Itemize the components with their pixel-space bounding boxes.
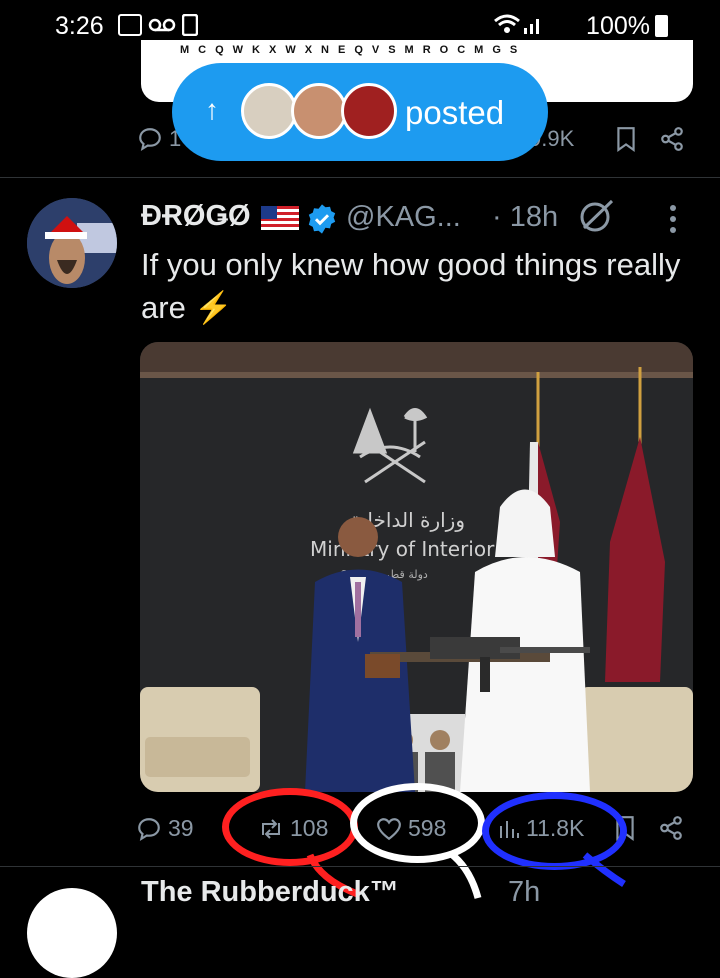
reply-icon <box>139 128 161 151</box>
tweet-image[interactable]: وزارة الداخلية Ministry of Interior Qata… <box>140 342 693 792</box>
voicemail-icon <box>148 18 176 32</box>
bookmark-icon <box>617 127 635 152</box>
signal-icon <box>524 19 539 34</box>
photo-illustration: وزارة الداخلية Ministry of Interior Qata… <box>140 342 693 792</box>
display-name[interactable]: ĐɌØǤØ <box>141 200 251 233</box>
verified-badge-icon <box>308 204 336 234</box>
wifi-icon <box>494 14 520 33</box>
previous-card-text: MCQWKXWXNEQVSMROCMGS <box>180 44 527 56</box>
share-button[interactable] <box>659 126 685 152</box>
more-options-icon[interactable] <box>665 204 681 234</box>
grok-icon[interactable] <box>578 198 616 234</box>
tweet-text: If you only knew how good things really … <box>141 247 681 325</box>
notification-icons <box>118 14 198 36</box>
divider <box>0 866 720 867</box>
tweet-time[interactable]: · 18h <box>492 201 558 234</box>
reply-count: 39 <box>168 815 194 841</box>
avatar <box>341 83 397 139</box>
phone-icon <box>182 14 198 36</box>
share-icon <box>660 816 682 840</box>
annotation-tail-blue <box>582 852 626 887</box>
battery-icon <box>655 15 668 37</box>
avatar <box>291 83 347 139</box>
author-avatar[interactable] <box>27 198 117 288</box>
divider <box>0 177 720 178</box>
share-button[interactable] <box>658 815 684 841</box>
share-icon <box>661 127 683 151</box>
reply-icon <box>138 817 160 841</box>
posted-label: posted <box>405 94 505 131</box>
battery-level: 100% <box>586 12 650 40</box>
next-tweet-time[interactable]: 7h <box>508 876 540 909</box>
next-display-name[interactable]: The Rubberduck™ <box>141 876 399 909</box>
bookmark-button[interactable] <box>615 126 637 152</box>
image-icon <box>118 14 142 36</box>
image-caption-english: Ministry of Interior <box>310 537 495 561</box>
us-flag-icon <box>261 206 299 230</box>
avatar <box>241 83 297 139</box>
handle[interactable]: @KAG... <box>346 201 461 234</box>
annotation-tail-white <box>447 850 482 899</box>
next-author-avatar[interactable] <box>27 888 117 978</box>
reply-button[interactable]: 39 <box>136 815 194 842</box>
arrow-up-icon: ↑ <box>205 94 219 125</box>
avatar-image <box>27 198 117 288</box>
status-time: 3:26 <box>55 12 104 40</box>
